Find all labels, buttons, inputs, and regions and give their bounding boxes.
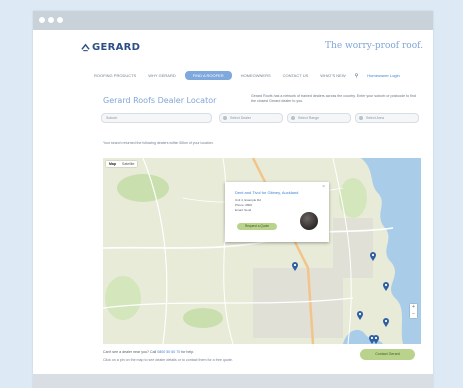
help-phone-link[interactable]: 0800 50 60 70: [157, 350, 180, 354]
area-select-label: Select Area: [366, 116, 384, 120]
nav-item-whats-new[interactable]: WHAT'S NEW: [317, 72, 348, 79]
filter-bar: Suburb Select Dealer Select Range Select…: [101, 113, 421, 123]
pin-icon: [223, 116, 227, 120]
map-pin-icon[interactable]: [357, 311, 363, 320]
help-text-suffix: for help.: [181, 350, 195, 354]
page: GERARD The worry-proof roof. ROOFING PRO…: [33, 30, 433, 374]
title-bar: [33, 11, 433, 30]
map-pin-icon[interactable]: [292, 262, 298, 271]
dealer-map[interactable]: Map Satellite × Dent and Tivol for Gibne…: [103, 158, 421, 344]
map-pin-icon[interactable]: [370, 252, 376, 261]
map-footer-line: Can't see a dealer near you? Call 0800 5…: [103, 350, 194, 354]
nav-item-login[interactable]: Homeowner Login: [364, 72, 402, 79]
pin-icon: [291, 116, 295, 120]
map-instructions: Click on a pin on the map to see dealer …: [103, 358, 233, 362]
dealer-photo: [300, 212, 318, 230]
logo-mark-icon: [81, 43, 90, 52]
search-icon[interactable]: ⚲: [355, 73, 359, 79]
close-icon[interactable]: ×: [322, 184, 325, 190]
nav-item-contact[interactable]: CONTACT US: [280, 72, 312, 79]
window-dot[interactable]: [39, 17, 45, 23]
nav-item-roofing-products[interactable]: ROOFING PRODUCTS: [91, 72, 139, 79]
zoom-in-button[interactable]: +: [410, 304, 417, 311]
dealer-select[interactable]: Select Dealer: [219, 113, 283, 123]
range-select[interactable]: Select Range: [287, 113, 351, 123]
bottom-bar: [33, 374, 433, 388]
map-pin-icon[interactable]: [373, 335, 379, 344]
tagline: The worry-proof roof.: [325, 41, 423, 51]
nav-item-why-gerard[interactable]: WHY GERARD: [145, 72, 178, 79]
dealer-phone: Phone: 0800: [235, 203, 253, 207]
map-pin-icon[interactable]: [383, 318, 389, 327]
suburb-search-input[interactable]: Suburb: [101, 113, 212, 123]
page-title: Gerard Roofs Dealer Locator: [103, 96, 217, 105]
zoom-control: + −: [410, 304, 417, 318]
area-select[interactable]: Select Area: [355, 113, 419, 123]
range-select-label: Select Range: [298, 116, 320, 120]
map-type-satellite[interactable]: Satellite: [119, 161, 137, 167]
window-dot[interactable]: [48, 17, 54, 23]
dealer-info-popup: × Dent and Tivol for Gibney, Auckland Un…: [225, 182, 329, 242]
pin-icon: [359, 116, 363, 120]
map-pin-icon[interactable]: [383, 282, 389, 291]
zoom-out-button[interactable]: −: [410, 311, 417, 318]
nav-item-homeowners[interactable]: HOMEOWNERS: [238, 72, 274, 79]
main-nav: ROOFING PRODUCTS WHY GERARD FIND A ROOFE…: [91, 71, 421, 80]
dealer-email[interactable]: Email: Send: [235, 208, 251, 212]
window-controls: [39, 17, 63, 23]
map-type-map[interactable]: Map: [106, 161, 119, 167]
intro-text: Gerard Roofs has a network of trained de…: [251, 94, 416, 103]
logo[interactable]: GERARD: [81, 42, 140, 53]
contact-button[interactable]: Contact Gerard: [360, 349, 415, 360]
dealer-address: Unit 4, Example Rd: [235, 198, 261, 202]
browser-window: GERARD The worry-proof roof. ROOFING PRO…: [33, 11, 433, 388]
nav-item-find-a-roofer[interactable]: FIND A ROOFER: [184, 71, 232, 80]
results-note: Your search returned the following deale…: [103, 141, 214, 145]
dealer-name[interactable]: Dent and Tivol for Gibney, Auckland: [235, 190, 298, 195]
help-text-prefix: Can't see a dealer near you? Call: [103, 350, 157, 354]
dealer-select-label: Select Dealer: [230, 116, 252, 120]
request-quote-button[interactable]: Request a Quote: [237, 223, 277, 230]
window-dot[interactable]: [57, 17, 63, 23]
map-type-toggle: Map Satellite: [106, 161, 138, 167]
logo-text: GERARD: [92, 42, 141, 53]
